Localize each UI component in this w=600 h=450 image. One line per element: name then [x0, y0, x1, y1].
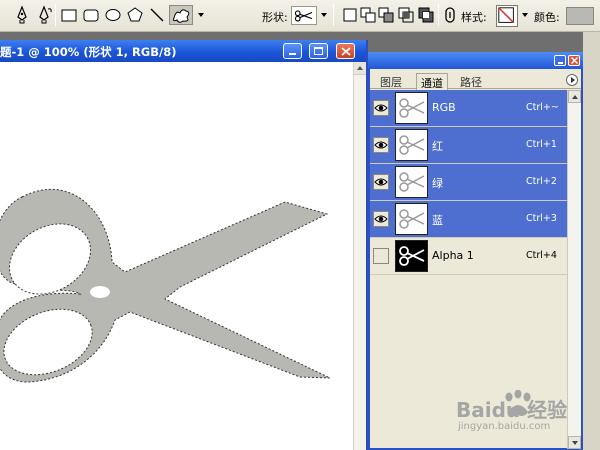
- channel-shortcut: Ctrl+2: [526, 176, 557, 187]
- tab-channels[interactable]: 通道: [416, 73, 448, 90]
- scissors-shape: [0, 188, 331, 383]
- ellipse-tool-icon[interactable]: [103, 5, 123, 25]
- close-icon: [341, 47, 351, 56]
- document-titlebar: 题-1 @ 100% (形状 1, RGB/8): [0, 40, 366, 62]
- minimize-button[interactable]: [283, 43, 302, 59]
- style-label: 样式:: [461, 11, 487, 24]
- exclude-overlapping-shape-areas-icon[interactable]: [416, 5, 436, 25]
- channel-thumbnail: [395, 240, 428, 272]
- channel-row-green[interactable]: 绿 Ctrl+2: [370, 164, 567, 201]
- palette-minimize-button[interactable]: [554, 55, 566, 66]
- channel-name: RGB: [432, 101, 456, 114]
- style-dropdown-arrow[interactable]: [522, 13, 528, 17]
- visibility-eye-icon[interactable]: [373, 211, 389, 227]
- custom-shape-dropdown-arrow[interactable]: [198, 13, 204, 17]
- watermark-url: jingyan.baidu.com: [458, 421, 551, 432]
- freeform-pen-tool-icon[interactable]: [35, 5, 55, 25]
- tab-layers[interactable]: 图层: [376, 73, 406, 89]
- scroll-down-arrow-icon[interactable]: [568, 436, 581, 449]
- minimize-icon: [289, 53, 296, 55]
- channel-name: 蓝: [432, 214, 443, 227]
- intersect-shape-areas-icon[interactable]: [396, 5, 416, 25]
- pen-tool-icon[interactable]: [12, 5, 32, 25]
- shape-dropdown-arrow[interactable]: [321, 13, 327, 17]
- shape-label: 形状:: [262, 11, 288, 24]
- image-canvas[interactable]: [0, 62, 353, 450]
- channel-name: Alpha 1: [432, 249, 474, 262]
- watermark-brand: Baidu 经验: [456, 398, 568, 422]
- channel-thumbnail: [395, 129, 428, 161]
- visibility-eye-icon[interactable]: [373, 100, 389, 116]
- close-button[interactable]: [336, 43, 355, 59]
- channel-shortcut: Ctrl+1: [526, 139, 557, 150]
- style-picker[interactable]: [496, 5, 518, 27]
- channel-row-red[interactable]: 红 Ctrl+1: [370, 127, 567, 164]
- baidu-jingyan-watermark: Baidu 经验 jingyan.baidu.com: [456, 388, 596, 436]
- channel-thumbnail: [395, 92, 428, 124]
- rounded-rectangle-tool-icon[interactable]: [81, 5, 101, 25]
- channel-name: 绿: [432, 177, 443, 190]
- vertical-scrollbar[interactable]: [353, 62, 366, 450]
- channel-name: 红: [432, 140, 443, 153]
- channel-shortcut: Ctrl+~: [526, 102, 559, 113]
- channel-row-alpha-1[interactable]: Alpha 1 Ctrl+4: [370, 238, 567, 275]
- scroll-up-arrow-icon[interactable]: [354, 62, 366, 75]
- visibility-eye-icon[interactable]: [373, 174, 389, 190]
- channel-shortcut: Ctrl+4: [526, 250, 557, 261]
- toolbar-separator: [55, 4, 56, 26]
- rectangle-tool-icon[interactable]: [59, 5, 79, 25]
- color-label: 颜色:: [534, 11, 560, 24]
- document-title: 题-1 @ 100% (形状 1, RGB/8): [0, 45, 177, 59]
- add-to-shape-area-icon[interactable]: [358, 5, 378, 25]
- visibility-eye-icon[interactable]: [373, 137, 389, 153]
- close-icon: [571, 57, 578, 64]
- toolbar-separator: [333, 4, 334, 26]
- palette-titlebar: [368, 52, 583, 69]
- channel-row-rgb[interactable]: RGB Ctrl+~: [370, 90, 567, 127]
- polygon-tool-icon[interactable]: [125, 5, 145, 25]
- channel-thumbnail: [395, 203, 428, 235]
- tab-paths[interactable]: 路径: [456, 73, 486, 89]
- maximize-icon: [314, 47, 323, 55]
- palette-tabs: 图层 通道 路径: [370, 71, 581, 90]
- shape-picker[interactable]: [291, 6, 317, 25]
- channel-shortcut: Ctrl+3: [526, 213, 557, 224]
- options-bar: 形状: 样式: 颜色:: [0, 0, 600, 32]
- custom-shape-tool-icon[interactable]: [169, 5, 193, 25]
- maximize-button[interactable]: [309, 43, 328, 59]
- palette-close-button[interactable]: [568, 55, 580, 66]
- scroll-up-arrow-icon[interactable]: [568, 90, 581, 103]
- toolbar-separator: [438, 4, 439, 26]
- channel-row-blue[interactable]: 蓝 Ctrl+3: [370, 201, 567, 238]
- subtract-from-shape-area-icon[interactable]: [376, 5, 396, 25]
- document-window: 题-1 @ 100% (形状 1, RGB/8): [0, 40, 368, 450]
- visibility-toggle-empty[interactable]: [373, 248, 389, 264]
- create-new-shape-layer-icon[interactable]: [340, 5, 360, 25]
- line-tool-icon[interactable]: [147, 5, 167, 25]
- channel-list: RGB Ctrl+~ 红 Ctrl+1 绿 Ctrl+2 蓝 Ctrl+3 Al…: [370, 90, 567, 275]
- channel-thumbnail: [395, 166, 428, 198]
- link-icon[interactable]: [443, 5, 457, 25]
- palette-menu-icon[interactable]: [566, 74, 578, 86]
- color-swatch[interactable]: [566, 7, 594, 25]
